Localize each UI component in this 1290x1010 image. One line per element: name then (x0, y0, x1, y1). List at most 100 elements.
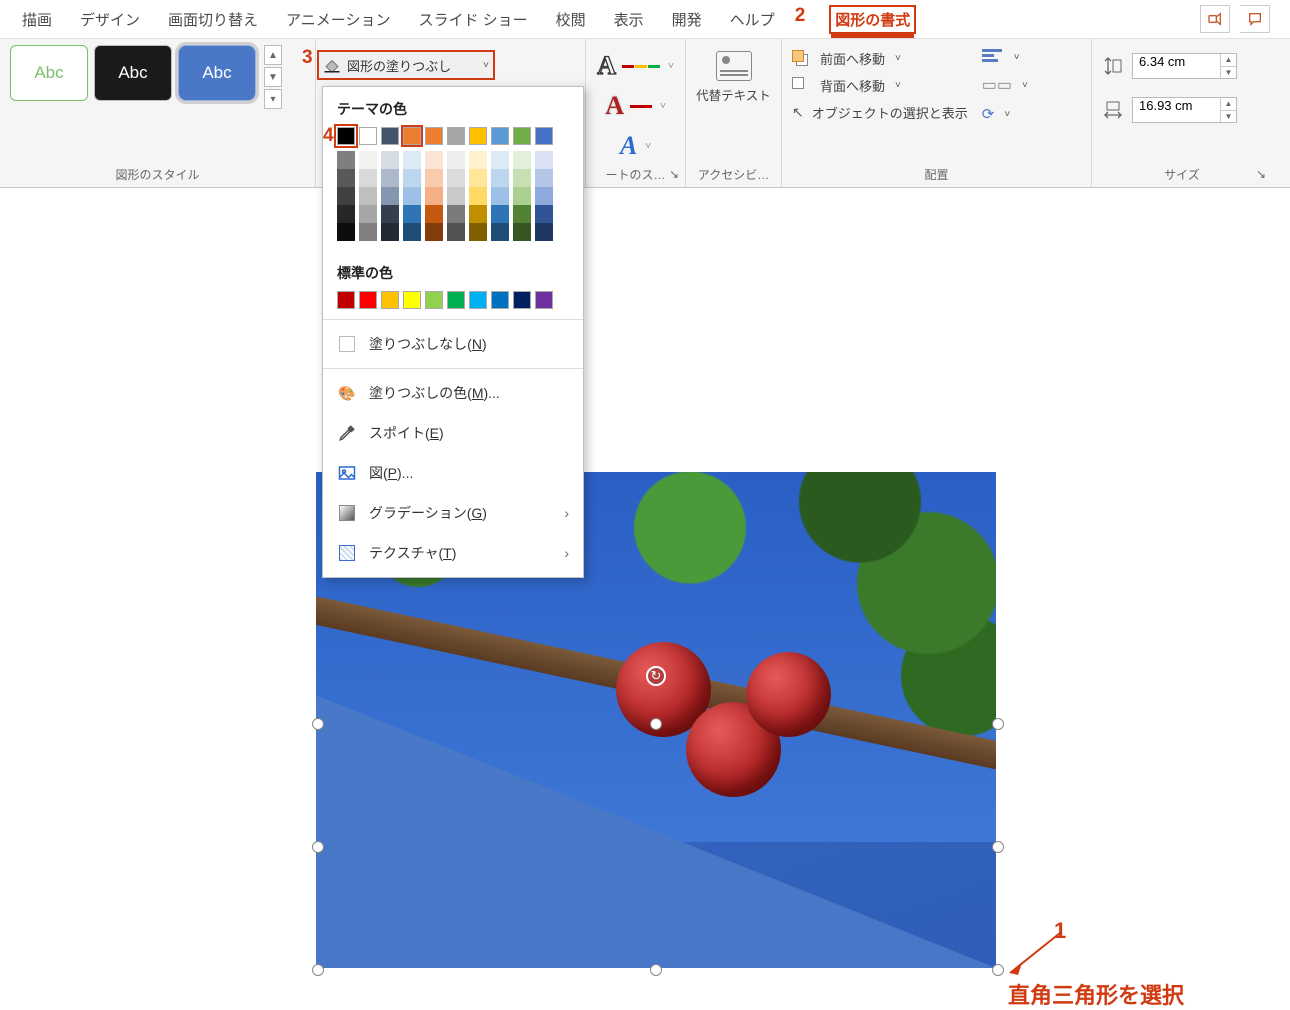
shade-swatch[interactable] (403, 205, 421, 223)
text-fill-dropdown[interactable]: A ˅ (597, 51, 673, 81)
shade-swatch[interactable] (425, 205, 443, 223)
shade-swatch[interactable] (337, 205, 355, 223)
shape-style-preset-3[interactable]: Abc (178, 45, 256, 101)
resize-handle[interactable] (312, 841, 324, 853)
shade-swatch[interactable] (535, 205, 553, 223)
tab-help[interactable]: ヘルプ (728, 3, 777, 36)
shade-swatch[interactable] (491, 223, 509, 241)
selection-pane-button[interactable]: ↖ オブジェクトの選択と表示 (792, 103, 968, 122)
theme-color-swatch[interactable] (491, 127, 509, 145)
theme-color-swatch[interactable] (447, 127, 465, 145)
shade-swatch[interactable] (337, 223, 355, 241)
theme-color-swatch[interactable] (381, 127, 399, 145)
shade-swatch[interactable] (491, 151, 509, 169)
shade-swatch[interactable] (491, 187, 509, 205)
standard-color-swatch[interactable] (513, 291, 531, 309)
style-gallery-more[interactable]: ▾ (264, 89, 282, 109)
shape-fill-dropdown[interactable]: 図形の塗りつぶし ˅ (317, 50, 495, 80)
shade-swatch[interactable] (513, 223, 531, 241)
shade-swatch[interactable] (447, 169, 465, 187)
eyedropper-item[interactable]: スポイト(E) (323, 413, 583, 453)
shade-swatch[interactable] (359, 187, 377, 205)
bring-forward-button[interactable]: 前面へ移動 ˅ (792, 49, 968, 68)
shade-swatch[interactable] (359, 223, 377, 241)
standard-color-swatch[interactable] (469, 291, 487, 309)
theme-color-swatch[interactable] (337, 127, 355, 145)
shade-swatch[interactable] (381, 205, 399, 223)
theme-color-swatch[interactable] (535, 127, 553, 145)
shade-swatch[interactable] (491, 169, 509, 187)
standard-color-swatch[interactable] (359, 291, 377, 309)
standard-color-swatch[interactable] (403, 291, 421, 309)
rotate-dropdown[interactable]: ⟳ ˅ (982, 105, 1028, 123)
resize-handle[interactable] (650, 718, 662, 730)
shade-swatch[interactable] (447, 223, 465, 241)
tab-transition[interactable]: 画面切り替え (166, 3, 260, 36)
resize-handle[interactable] (992, 841, 1004, 853)
alt-text-button[interactable]: 代替テキスト (696, 45, 771, 104)
shade-swatch[interactable] (403, 187, 421, 205)
style-gallery-up[interactable]: ▲ (264, 45, 282, 65)
more-fill-colors-item[interactable]: 🎨 塗りつぶしの色(M)... (323, 373, 583, 413)
group-dropdown[interactable]: ▭▭ ˅ (982, 75, 1028, 95)
shade-swatch[interactable] (381, 223, 399, 241)
shade-swatch[interactable] (425, 187, 443, 205)
gradient-fill-item[interactable]: グラデーション(G) › (323, 493, 583, 533)
shade-swatch[interactable] (425, 169, 443, 187)
width-input[interactable]: 16.93 cm ▲▼ (1132, 97, 1237, 123)
text-outline-dropdown[interactable]: A ˅ (605, 91, 665, 121)
wordart-dialog-launcher[interactable]: ↘ (667, 167, 681, 181)
shade-swatch[interactable] (403, 169, 421, 187)
slide-canvas[interactable]: ↻ 1 直角三角形を選択 (0, 188, 1290, 889)
standard-color-swatch[interactable] (337, 291, 355, 309)
shape-style-preset-2[interactable]: Abc (94, 45, 172, 101)
texture-fill-item[interactable]: テクスチャ(T) › (323, 533, 583, 573)
comments-icon[interactable] (1240, 5, 1270, 33)
shade-swatch[interactable] (513, 187, 531, 205)
shade-swatch[interactable] (337, 151, 355, 169)
shade-swatch[interactable] (535, 169, 553, 187)
shade-swatch[interactable] (469, 169, 487, 187)
shade-swatch[interactable] (359, 151, 377, 169)
shade-swatch[interactable] (447, 151, 465, 169)
height-input[interactable]: 6.34 cm ▲▼ (1132, 53, 1237, 79)
standard-color-swatch[interactable] (447, 291, 465, 309)
tab-animation[interactable]: アニメーション (284, 3, 392, 36)
shade-swatch[interactable] (425, 223, 443, 241)
height-spinner[interactable]: ▲▼ (1220, 54, 1236, 78)
shade-swatch[interactable] (535, 187, 553, 205)
shade-swatch[interactable] (359, 169, 377, 187)
shade-swatch[interactable] (403, 223, 421, 241)
shade-swatch[interactable] (359, 205, 377, 223)
size-dialog-launcher[interactable]: ↘ (1254, 167, 1268, 181)
shade-swatch[interactable] (535, 223, 553, 241)
shade-swatch[interactable] (469, 205, 487, 223)
shade-swatch[interactable] (447, 187, 465, 205)
standard-color-swatch[interactable] (491, 291, 509, 309)
shade-swatch[interactable] (425, 151, 443, 169)
shade-swatch[interactable] (381, 151, 399, 169)
tab-view[interactable]: 表示 (612, 3, 646, 36)
resize-handle[interactable] (992, 718, 1004, 730)
standard-color-swatch[interactable] (535, 291, 553, 309)
shade-swatch[interactable] (469, 223, 487, 241)
shade-swatch[interactable] (513, 169, 531, 187)
tab-draw[interactable]: 描画 (20, 3, 54, 36)
shade-swatch[interactable] (513, 151, 531, 169)
resize-handle[interactable] (312, 718, 324, 730)
shape-style-preset-1[interactable]: Abc (10, 45, 88, 101)
shade-swatch[interactable] (381, 187, 399, 205)
shade-swatch[interactable] (337, 187, 355, 205)
rotate-handle[interactable]: ↻ (646, 666, 666, 686)
tab-developer[interactable]: 開発 (670, 3, 704, 36)
tab-shape-format[interactable]: 図形の書式 (829, 5, 916, 34)
text-effects-dropdown[interactable]: A ˅ (620, 131, 651, 161)
standard-color-swatch[interactable] (381, 291, 399, 309)
theme-color-swatch[interactable] (359, 127, 377, 145)
no-fill-item[interactable]: 塗りつぶしなし(N) (323, 324, 583, 364)
shade-swatch[interactable] (535, 151, 553, 169)
theme-color-swatch[interactable] (425, 127, 443, 145)
theme-color-swatch[interactable] (403, 127, 421, 145)
shade-swatch[interactable] (381, 169, 399, 187)
standard-color-swatch[interactable] (425, 291, 443, 309)
